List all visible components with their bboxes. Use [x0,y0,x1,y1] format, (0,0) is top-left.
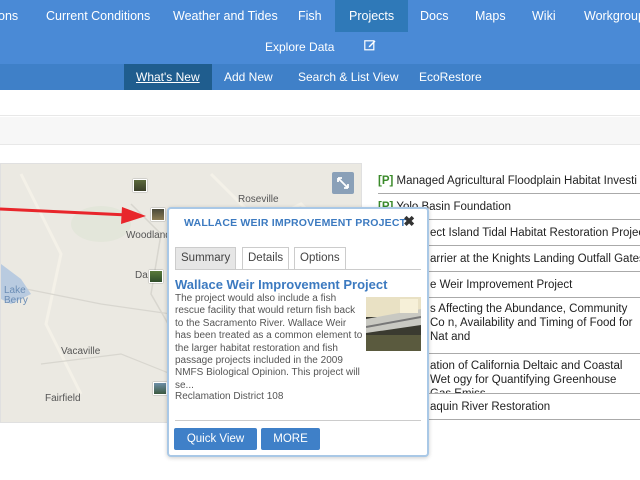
nav-item-weather-and-tides[interactable]: Weather and Tides [173,0,278,32]
quick-view-button[interactable]: Quick View [174,428,257,450]
project-description: The project would also include a fish re… [175,293,363,391]
tab-summary[interactable]: Summary [175,247,237,269]
tab-details[interactable]: Details [242,247,290,269]
nav-item-projects[interactable]: Projects [335,0,409,32]
map-label-vacaville: Vacaville [61,346,101,357]
map-marker-project[interactable] [153,382,167,395]
project-title: Managed Agricultural Floodplain Habitat … [393,175,637,187]
spacer-band [0,90,640,116]
explore-data-link[interactable]: Explore Data [265,36,334,58]
popup-divider [175,420,421,421]
map-label-fairfield: Fairfield [45,393,81,404]
more-button[interactable]: MORE [261,428,320,450]
tab-divider [175,269,421,270]
tab-options[interactable]: Options [294,247,346,269]
nav-item-maps[interactable]: Maps [475,0,506,32]
map-label-roseville: Roseville [238,194,279,205]
subnav-search-list-view[interactable]: Search & List View [298,64,399,90]
expand-icon [337,177,349,189]
map-marker-project[interactable] [149,270,163,283]
nav-item-fish[interactable]: Fish [298,0,322,32]
toolbar-band [0,117,640,145]
project-name[interactable]: Wallace Weir Improvement Project [175,277,387,292]
subnav-add-new[interactable]: Add New [224,64,273,90]
nav-item-current-conditions[interactable]: Current Conditions [46,0,150,32]
subnav-ecorestore[interactable]: EcoRestore [419,64,482,90]
edit-icon[interactable] [364,39,376,51]
top-navigation: ons Current Conditions Weather and Tides… [0,0,640,64]
nav-item-docs[interactable]: Docs [420,0,448,32]
popup-title: WALLACE WEIR IMPROVEMENT PROJECT [184,217,407,229]
list-item[interactable]: [P] Managed Agricultural Floodplain Habi… [378,168,640,194]
project-popup: WALLACE WEIR IMPROVEMENT PROJECT ✖ Summa… [167,207,429,457]
red-arrow-annotation [0,207,146,224]
project-tag: [P] [378,175,394,187]
project-owner: Reclamation District 108 [175,391,284,402]
map-expand-button[interactable] [332,172,354,194]
close-icon[interactable]: ✖ [403,213,415,230]
nav-item-wiki[interactable]: Wiki [532,0,556,32]
project-thumbnail[interactable] [366,297,421,351]
nav-item-stations[interactable]: ons [0,0,18,32]
nav-item-workgroups[interactable]: Workgroup [584,0,640,32]
map-label-berryessa: Berry [4,295,28,306]
map-label-woodland: Woodland [126,230,171,241]
subnav-whats-new[interactable]: What's New [124,64,212,90]
map-marker-project[interactable] [133,179,147,192]
map-marker-wallace-weir[interactable] [151,208,165,221]
sub-navigation: What's New Add New Search & List View Ec… [0,64,640,90]
map-label-davis: Da [135,270,148,281]
